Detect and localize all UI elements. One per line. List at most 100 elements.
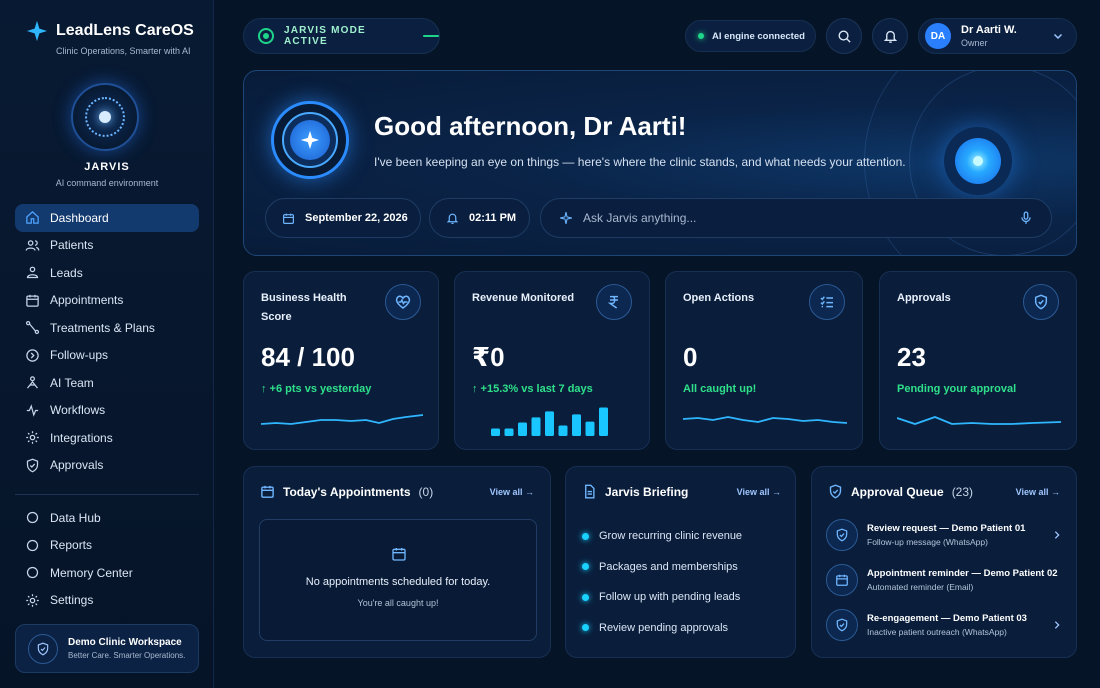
bullet-icon — [582, 624, 589, 632]
date-chip[interactable]: September 22, 2026 — [265, 198, 421, 238]
sidebar-item-ai-team[interactable]: AI Team — [15, 369, 199, 397]
bullet-icon — [582, 532, 589, 540]
greeting-subtitle: I've been keeping an eye on things — her… — [374, 155, 906, 169]
briefing-view-all-link[interactable]: View all → — [737, 487, 781, 497]
appointments-view-all-link[interactable]: View all → — [490, 487, 534, 497]
jarvis-briefing-panel: Jarvis Briefing View all → Grow recurrin… — [565, 466, 796, 658]
jarvis-badge-icon — [271, 101, 349, 179]
jarvis-mode-indicator[interactable]: JARVIS MODE ACTIVE — [243, 18, 440, 54]
chevron-right-icon[interactable] — [1052, 619, 1062, 631]
hero-panel: Good afternoon, Dr Aarti! I've been keep… — [243, 70, 1077, 256]
card-title: Revenue Monitored — [472, 292, 575, 304]
list-item[interactable]: Follow up with pending leads — [582, 582, 742, 613]
ask-jarvis-input[interactable] — [583, 211, 1003, 225]
card-title: Business Health Score — [261, 292, 347, 323]
time-chip[interactable]: 02:11 PM — [429, 198, 530, 238]
approval-item-title: Appointment reminder — Demo Patient 02 — [867, 568, 1058, 579]
sparkle-icon — [560, 212, 572, 224]
status-dot-icon — [698, 33, 704, 39]
card-delta: All caught up! — [683, 383, 757, 395]
sidebar-item-leads[interactable]: Leads — [15, 259, 199, 287]
approval-item[interactable]: Appointment reminder — Demo Patient 02 A… — [826, 560, 1066, 600]
search-button[interactable] — [826, 18, 862, 54]
sidebar-item-follow-ups[interactable]: Follow-ups — [15, 342, 199, 370]
list-item[interactable]: Grow recurring clinic revenue — [582, 521, 742, 552]
appointment-count: (0) — [418, 484, 434, 499]
business-health-card[interactable]: Business Health Score 84 / 100 ↑ +6 pts … — [243, 271, 439, 450]
sidebar-item-data-hub[interactable]: Data Hub — [15, 504, 199, 532]
sparkle-logo-icon — [26, 20, 48, 42]
revenue-bar — [518, 422, 527, 436]
sidebar-secondary-nav: Data Hub Reports Memory Center Settings — [15, 504, 199, 614]
sidebar-item-reports[interactable]: Reports — [15, 532, 199, 560]
card-value: 0 — [683, 342, 698, 372]
bell-icon — [883, 30, 897, 43]
card-title: Approvals — [897, 292, 951, 304]
approval-queue-panel: Approval Queue (23) View all → Review re… — [811, 466, 1077, 658]
sidebar-item-appointments[interactable]: Appointments — [15, 287, 199, 315]
panel-header: Approval Queue (23) — [828, 484, 973, 499]
search-icon — [838, 30, 851, 43]
jarvis-voice-orb-icon[interactable] — [944, 127, 1012, 195]
sidebar-item-label: Appointments — [50, 293, 124, 308]
document-icon — [585, 484, 595, 499]
panel-header: Today's Appointments (0) — [260, 484, 433, 499]
workspace-switcher[interactable]: Demo Clinic Workspace Better Care. Smart… — [15, 624, 199, 673]
approval-item-subtitle: Follow-up message (WhatsApp) — [867, 537, 988, 547]
revenue-bar — [545, 411, 554, 436]
approval-count: (23) — [951, 484, 974, 499]
notifications-button[interactable] — [872, 18, 908, 54]
card-delta: ↑ +6 pts vs yesterday — [261, 383, 372, 395]
circle-icon — [26, 567, 39, 579]
briefing-item-label: Review pending approvals — [599, 621, 729, 634]
ai-engine-status: AI engine connected — [685, 20, 816, 52]
calendar-icon — [283, 213, 294, 224]
approvals-card[interactable]: Approvals 23 Pending your approval — [879, 271, 1077, 450]
app-name: LeadLens CareOS — [56, 22, 194, 39]
sidebar-item-treatments[interactable]: Treatments & Plans — [15, 314, 199, 342]
open-actions-card[interactable]: Open Actions 0 All caught up! — [665, 271, 863, 450]
revenue-card[interactable]: Revenue Monitored ₹0 ↑ +15.3% vs last 7 … — [454, 271, 650, 450]
sidebar-item-label: Dashboard — [50, 210, 109, 225]
chevron-right-icon[interactable] — [1052, 529, 1062, 541]
sidebar-item-integrations[interactable]: Integrations — [15, 424, 199, 452]
workspace-subtitle: Better Care. Smarter Operations. — [68, 651, 186, 660]
jarvis-orb-icon[interactable] — [71, 83, 139, 151]
panel-title: Today's Appointments — [283, 484, 411, 499]
card-value: 23 — [897, 342, 926, 372]
rupee-icon — [596, 284, 632, 320]
sidebar-item-label: Follow-ups — [50, 348, 109, 363]
circle-icon — [26, 539, 39, 551]
card-value: ₹0 — [472, 342, 505, 372]
approval-view-all-link[interactable]: View all → — [1016, 487, 1060, 497]
approval-item[interactable]: Review request — Demo Patient 01 Follow-… — [826, 515, 1066, 555]
sidebar-item-memory-center[interactable]: Memory Center — [15, 559, 199, 587]
microphone-icon[interactable] — [1019, 211, 1033, 225]
shield-check-icon — [28, 633, 58, 664]
checklist-icon — [809, 284, 845, 320]
calendar-icon — [826, 564, 858, 596]
user-menu[interactable]: DA Dr Aarti W. Owner — [918, 18, 1077, 54]
list-item[interactable]: Packages and memberships — [582, 552, 742, 583]
sidebar-item-approvals[interactable]: Approvals — [15, 452, 199, 480]
sidebar-item-dashboard[interactable]: Dashboard — [15, 204, 199, 232]
approval-item-subtitle: Automated reminder (Email) — [867, 582, 974, 592]
home-icon — [26, 211, 39, 224]
revenue-bar-chart — [491, 407, 608, 436]
ask-jarvis-bar[interactable] — [540, 198, 1052, 238]
sidebar-item-settings[interactable]: Settings — [15, 587, 199, 615]
calendar-icon — [261, 485, 274, 498]
list-item[interactable]: Review pending approvals — [582, 613, 742, 644]
shield-check-icon — [829, 484, 842, 499]
revenue-bar — [599, 407, 608, 436]
sidebar-item-label: Data Hub — [50, 510, 101, 525]
approval-item[interactable]: Re-engagement — Demo Patient 03 Inactive… — [826, 605, 1066, 645]
circle-icon — [26, 512, 39, 524]
shield-check-icon — [26, 458, 39, 473]
briefing-item-label: Follow up with pending leads — [599, 591, 741, 604]
sidebar-item-workflows[interactable]: Workflows — [15, 397, 199, 425]
calendar-icon — [26, 294, 39, 307]
sidebar-item-label: Leads — [50, 265, 83, 280]
workspace-title: Demo Clinic Workspace — [68, 637, 182, 648]
sidebar-item-patients[interactable]: Patients — [15, 232, 199, 260]
